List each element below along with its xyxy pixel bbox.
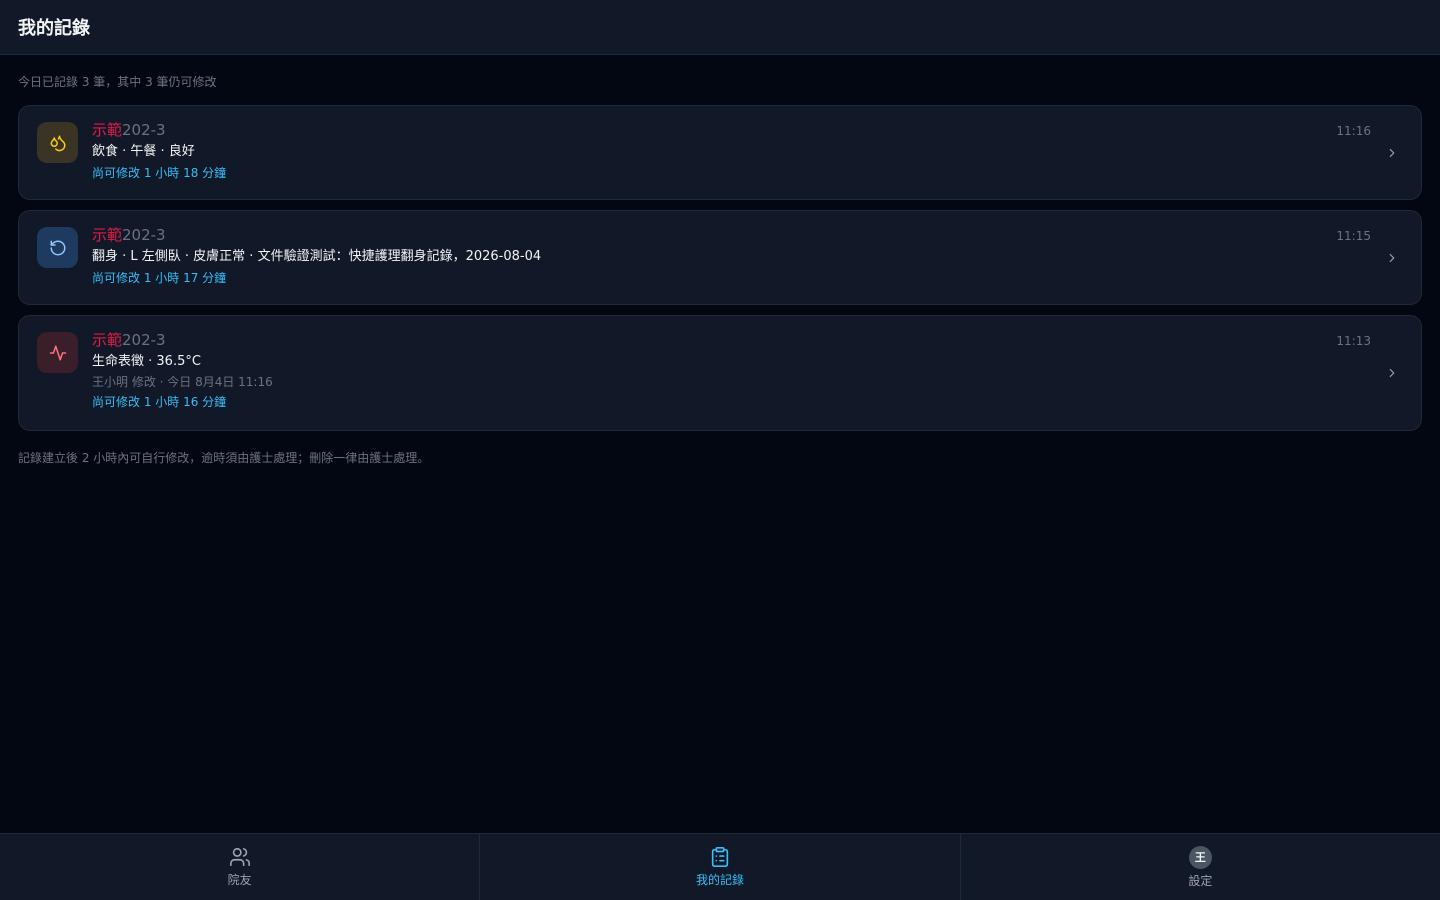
clipboard-list-icon (711, 847, 729, 867)
tab-settings[interactable]: 王 設定 (961, 834, 1440, 900)
record-detail: 飲食 · 午餐 · 良好 (92, 144, 195, 159)
record-editor: 王小明 修改 · 今日 8月4日 11:16 (92, 375, 273, 389)
record-card[interactable]: 示範202-3 生命表徵 · 36.5°C 王小明 修改 · 今日 8月4日 1… (18, 315, 1422, 431)
users-icon (229, 847, 250, 867)
tab-residents[interactable]: 院友 (0, 834, 481, 900)
avatar: 王 (1188, 845, 1212, 869)
edit-remaining: 尚可修改 1 小時 18 分鐘 (92, 166, 227, 180)
edit-remaining: 尚可修改 1 小時 16 分鐘 (92, 395, 227, 409)
resident-name: 示範202-3 (92, 225, 1361, 245)
resident-name-prefix: 示範 (92, 331, 123, 349)
record-time: 11:15 (1336, 229, 1371, 243)
activity-icon (49, 345, 66, 360)
records-summary: 今日已記錄 3 筆，其中 3 筆仍可修改 (18, 75, 217, 89)
rotate-ccw-icon (50, 240, 65, 255)
record-detail: 生命表徵 · 36.5°C (92, 354, 201, 369)
resident-name-prefix: 示範 (92, 226, 123, 244)
chevron-right-icon (1389, 368, 1395, 378)
record-list: 示範202-3 飲食 · 午餐 · 良好 尚可修改 1 小時 18 分鐘 11:… (18, 105, 1422, 441)
bottom-tab-bar: 院友 我的記錄 王 設定 (0, 833, 1440, 900)
chevron-right-icon (1389, 253, 1395, 262)
resident-name: 示範202-3 (92, 330, 1361, 350)
edit-policy-note: 記錄建立後 2 小時內可自行修改，逾時須由護士處理；刪除一律由護士處理。 (18, 451, 430, 465)
record-card[interactable]: 示範202-3 飲食 · 午餐 · 良好 尚可修改 1 小時 18 分鐘 11:… (18, 105, 1422, 200)
record-time: 11:16 (1336, 124, 1371, 138)
resident-room: 202-3 (122, 331, 166, 349)
resident-room: 202-3 (122, 121, 166, 139)
record-icon-box (37, 332, 78, 373)
record-icon-box (37, 122, 78, 163)
edit-remaining: 尚可修改 1 小時 17 分鐘 (92, 271, 227, 285)
tab-label: 我的記錄 (695, 873, 744, 887)
app-header: 我的記錄 (0, 0, 1440, 55)
record-card[interactable]: 示範202-3 翻身 · L 左側臥 · 皮膚正常 · 文件驗證測試：快捷護理翻… (18, 210, 1422, 305)
tab-label: 院友 (227, 873, 252, 887)
tab-label: 設定 (1188, 873, 1213, 888)
record-icon-box (37, 227, 78, 268)
record-time: 11:13 (1336, 334, 1371, 348)
resident-name-prefix: 示範 (92, 121, 123, 139)
record-detail: 翻身 · L 左側臥 · 皮膚正常 · 文件驗證測試：快捷護理翻身記錄，2026… (92, 249, 542, 264)
tab-my-records[interactable]: 我的記錄 (480, 834, 961, 900)
chevron-right-icon (1389, 148, 1395, 157)
resident-name: 示範202-3 (92, 120, 1361, 140)
resident-room: 202-3 (122, 226, 166, 244)
droplets-icon (50, 135, 66, 151)
page-title: 我的記錄 (18, 18, 90, 39)
